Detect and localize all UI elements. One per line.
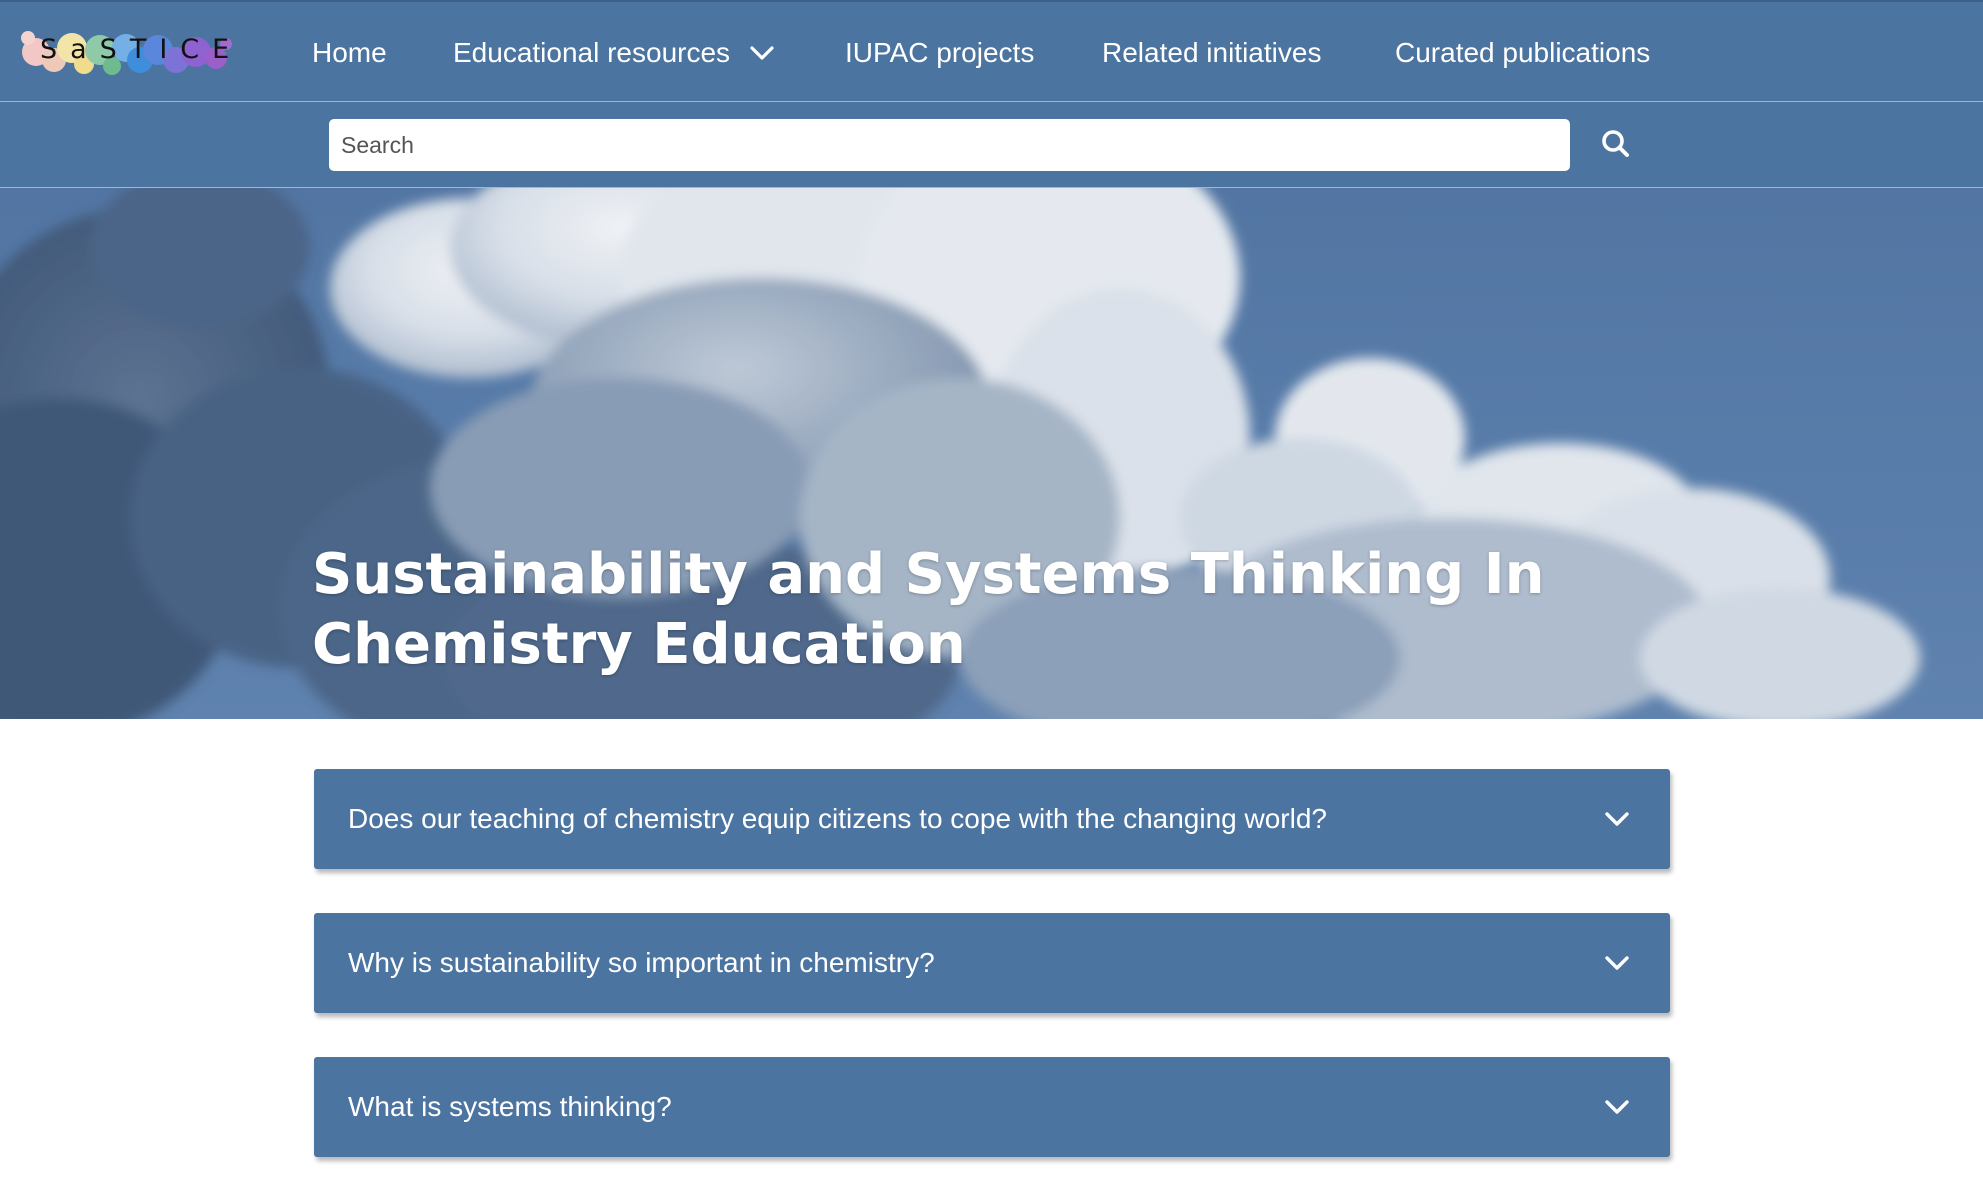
nav-item-label: Curated publications xyxy=(1395,37,1651,68)
nav-item-label: Educational resources xyxy=(453,37,731,68)
search-bar xyxy=(0,101,1983,188)
nav-item-curated-publications[interactable]: Curated publications xyxy=(1395,32,1650,74)
hero-title: Sustainability and Systems Thinking In C… xyxy=(312,540,1612,680)
accordion-question: Why is sustainability so important in ch… xyxy=(348,947,935,978)
nav-item-label: Related initiatives xyxy=(1102,37,1322,68)
search-icon xyxy=(1602,130,1629,157)
top-navigation: SaSTICE Home Educational resources IUPAC… xyxy=(0,0,1983,101)
chevron-down-icon xyxy=(750,46,774,60)
nav-item-home[interactable]: Home xyxy=(312,32,387,74)
accordion-item-sustainability-importance[interactable]: Why is sustainability so important in ch… xyxy=(314,913,1670,1013)
chevron-down-icon xyxy=(1605,956,1629,970)
search-input[interactable] xyxy=(329,119,1570,171)
accordion-question: Does our teaching of chemistry equip cit… xyxy=(348,803,1327,834)
chevron-down-icon xyxy=(1605,812,1629,826)
accordion-question: What is systems thinking? xyxy=(348,1091,672,1122)
search-button[interactable] xyxy=(1598,126,1634,162)
accordion-item-teaching-chemistry[interactable]: Does our teaching of chemistry equip cit… xyxy=(314,769,1670,869)
logo-text: SaSTICE xyxy=(40,34,243,65)
hero-title-line-2: Chemistry Education xyxy=(312,612,966,677)
nav-item-educational-resources[interactable]: Educational resources xyxy=(453,32,774,74)
accordion-item-systems-thinking[interactable]: What is systems thinking? xyxy=(314,1057,1670,1157)
site-logo[interactable]: SaSTICE xyxy=(20,20,240,82)
hero-title-line-1: Sustainability and Systems Thinking In xyxy=(312,542,1545,607)
hero-banner: Sustainability and Systems Thinking In C… xyxy=(0,188,1983,719)
nav-item-iupac-projects[interactable]: IUPAC projects xyxy=(845,32,1034,74)
nav-item-related-initiatives[interactable]: Related initiatives xyxy=(1102,32,1321,74)
nav-item-label: Home xyxy=(312,37,387,68)
chevron-down-icon xyxy=(1605,1100,1629,1114)
nav-item-label: IUPAC projects xyxy=(845,37,1035,68)
